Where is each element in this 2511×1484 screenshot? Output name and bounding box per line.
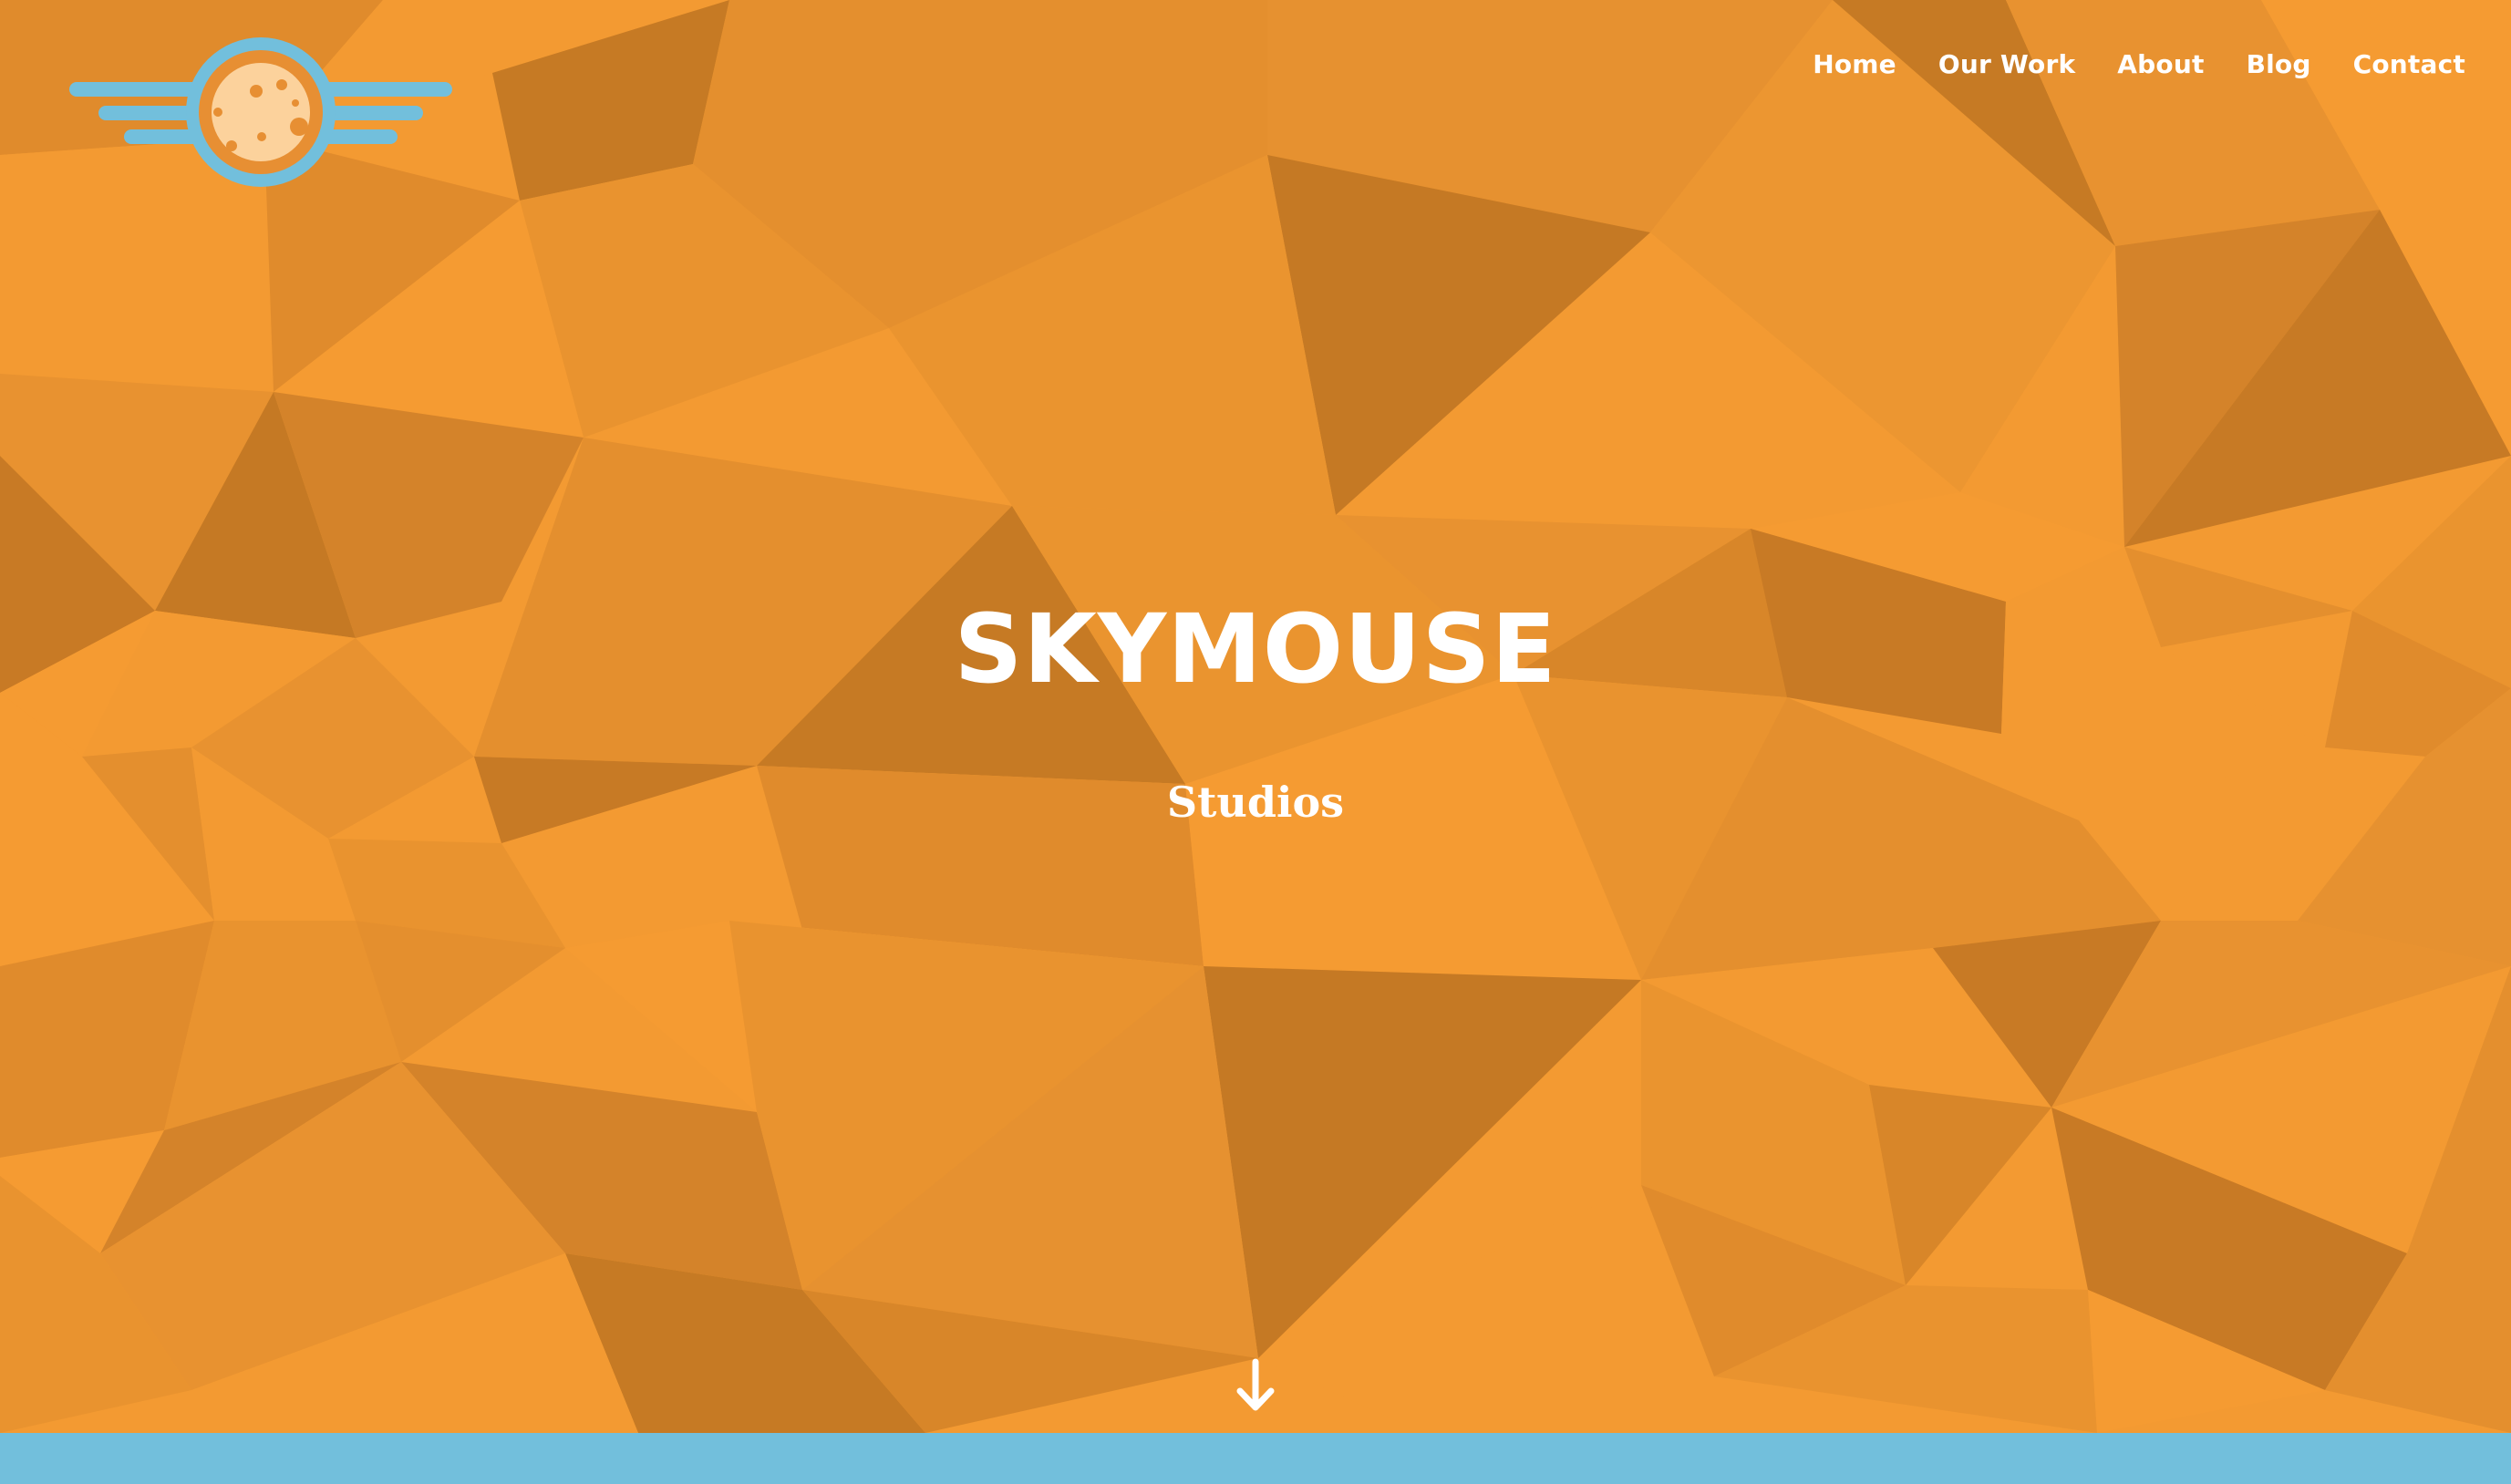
low-poly-background [0,0,2511,1433]
nav-contact-link[interactable]: Contact [2353,49,2465,80]
winged-moon-icon[interactable] [69,36,452,196]
hero-title: SKYMOUSE [954,593,1557,705]
page: Home Our Work About Blog Contact SKYMOUS… [0,0,2511,1484]
bottom-band [0,1433,2511,1484]
nav-about-link[interactable]: About [2117,49,2204,80]
main-nav: Home Our Work About Blog Contact [1813,49,2465,80]
nav-home-link[interactable]: Home [1813,49,1896,80]
nav-our-work-link[interactable]: Our Work [1938,49,2075,80]
arrow-down-icon[interactable] [1233,1358,1278,1413]
hero-subtitle: Studios [1166,778,1345,827]
nav-blog-link[interactable]: Blog [2247,49,2311,80]
